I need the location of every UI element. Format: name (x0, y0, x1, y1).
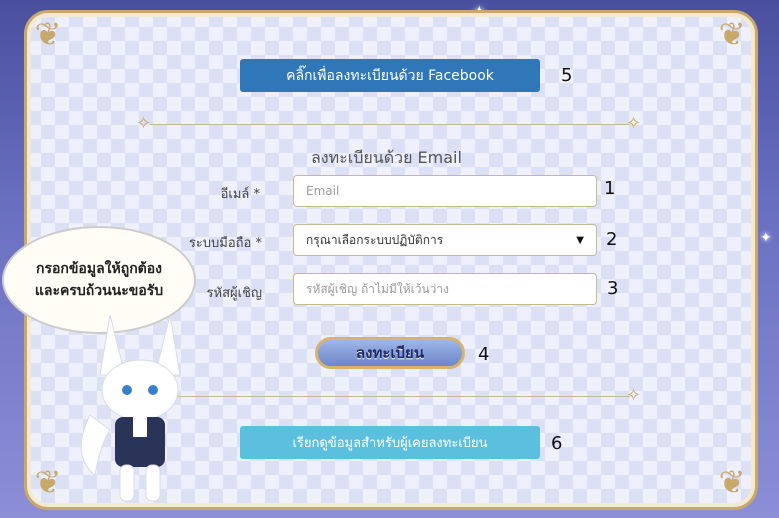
ornament-icon: ✧ (136, 113, 152, 134)
email-section-title: ลงทะเบียนด้วย Email (311, 148, 462, 167)
referral-code-input[interactable]: รหัสผู้เชิญ ถ้าไม่มีให้เว้นว่าง (293, 273, 597, 305)
ornament-icon: ✧ (626, 113, 642, 134)
corner-ornament-icon: ❦ (718, 463, 746, 501)
corner-ornament-icon: ❦ (718, 15, 746, 53)
divider (150, 396, 630, 397)
speech-bubble-line1: กรอกข้อมูลให้ถูกต้อง (35, 261, 163, 277)
chevron-down-icon: ▼ (576, 234, 584, 246)
ornament-icon: ✧ (626, 385, 642, 406)
annotation-number: 3 (607, 278, 619, 299)
mobile-os-select[interactable]: กรุณาเลือกระบบปฏิบัติการ ▼ (293, 224, 597, 256)
register-button[interactable]: ลงทะเบียน (315, 337, 465, 369)
annotation-number: 6 (551, 433, 563, 454)
email-input[interactable]: Email (293, 175, 597, 207)
corner-ornament-icon: ❦ (34, 15, 62, 53)
annotation-number: 5 (561, 65, 573, 86)
annotation-number: 2 (606, 229, 618, 250)
fox-mascot (80, 314, 181, 502)
annotation-number: 4 (478, 344, 490, 365)
corner-ornament-icon: ❦ (34, 463, 62, 501)
divider (150, 124, 630, 125)
mobile-os-value: กรุณาเลือกระบบปฏิบัติการ (306, 232, 444, 247)
sparkle-decoration: ✦ (760, 230, 772, 246)
speech-bubble-line2: และครบถ้วนนะขอรับ (34, 283, 164, 299)
recall-registration-button[interactable]: เรียกดูข้อมูลสำหรับผู้เคยลงทะเบียน (240, 426, 540, 459)
annotation-number: 1 (604, 178, 616, 199)
facebook-register-button[interactable]: คลิ๊กเพื่อลงทะเบียนด้วย Facebook (240, 59, 540, 92)
email-label: อีเมล์ * (220, 187, 260, 202)
